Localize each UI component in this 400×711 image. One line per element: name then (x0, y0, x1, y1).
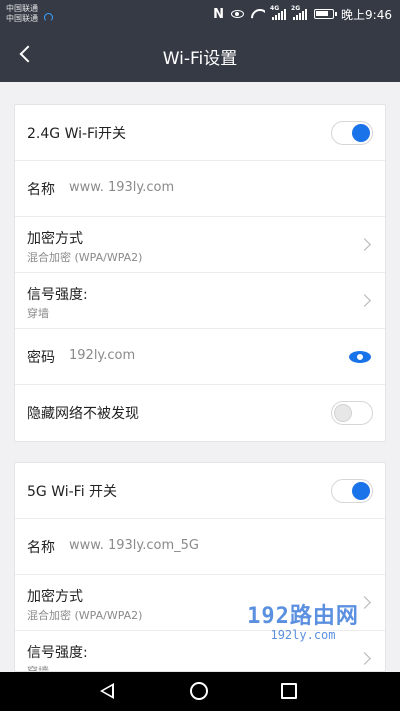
wifi-5g-encryption-value: 混合加密 (WPA/WPA2) (27, 609, 143, 622)
wifi-5g-name-row[interactable]: 名称 www. 193ly.com_5G (15, 519, 385, 575)
wifi-24g-signal-row[interactable]: 信号强度: 穿墙 (15, 273, 385, 329)
system-nav-bar (0, 672, 400, 711)
toggle-knob (334, 404, 352, 422)
wifi-24g-switch-row[interactable]: 2.4G Wi-Fi开关 (15, 105, 385, 161)
wifi-5g-name-label: 名称 (27, 540, 55, 556)
status-icons: N 4G 2G 晚上9:46 (213, 5, 392, 23)
wifi-5g-switch-label: 5G Wi-Fi 开关 (27, 484, 118, 500)
wifi-24g-name-label: 名称 (27, 182, 55, 198)
nav-home-icon[interactable] (190, 682, 208, 700)
wifi-5g-name-value[interactable]: www. 193ly.com_5G (69, 538, 199, 553)
wifi-24g-toggle[interactable] (331, 121, 373, 145)
status-time: 晚上9:46 (341, 7, 392, 22)
wifi-24g-signal-value: 穿墙 (27, 307, 49, 320)
wifi-24g-encryption-label: 加密方式 (27, 231, 83, 247)
cell-signal-icon-2: 2G (291, 5, 308, 20)
cell-signal-icon: 4G (270, 5, 287, 20)
hotspot-icon (44, 13, 53, 22)
eye-comfort-icon (231, 10, 245, 18)
chevron-right-icon (358, 652, 371, 665)
carrier-info: 中国联通 中国联通 (6, 4, 53, 24)
carrier-1: 中国联通 (6, 4, 38, 13)
title-bar: Wi-Fi设置 (0, 28, 400, 82)
network-tag-2: 2G (291, 4, 301, 12)
wifi-5g-encryption-label: 加密方式 (27, 589, 83, 605)
wifi-24g-card: 2.4G Wi-Fi开关 名称 www. 193ly.com 加密方式 混合加密… (14, 104, 386, 442)
wifi-24g-switch-label: 2.4G Wi-Fi开关 (27, 126, 126, 142)
nav-back-icon[interactable] (100, 683, 114, 699)
site-watermark: 192路由网 192ly.com (228, 598, 378, 642)
wifi-24g-name-row[interactable]: 名称 www. 193ly.com (15, 161, 385, 217)
page-title: Wi-Fi设置 (162, 49, 238, 69)
wifi-24g-hide-toggle[interactable] (331, 401, 373, 425)
wifi-5g-signal-value: 穿墙 (27, 665, 49, 672)
wifi-24g-password-label: 密码 (27, 350, 55, 366)
watermark-sub: 192ly.com (270, 628, 336, 642)
wifi-24g-encryption-row[interactable]: 加密方式 混合加密 (WPA/WPA2) (15, 217, 385, 273)
wifi-24g-password-row[interactable]: 密码 192ly.com (15, 329, 385, 385)
network-tag-1: 4G (270, 4, 280, 12)
chevron-right-icon (358, 238, 371, 251)
wifi-24g-encryption-value: 混合加密 (WPA/WPA2) (27, 251, 143, 264)
status-bar: 中国联通 中国联通 N 4G 2G 晚上9:46 (0, 0, 400, 28)
wifi-5g-toggle[interactable] (331, 479, 373, 503)
wifi-24g-name-value[interactable]: www. 193ly.com (69, 180, 174, 195)
wifi-24g-password-value[interactable]: 192ly.com (69, 348, 135, 363)
wifi-24g-hide-row[interactable]: 隐藏网络不被发现 (15, 385, 385, 441)
wifi-signal-icon (251, 9, 265, 19)
wifi-5g-signal-label: 信号强度: (27, 645, 88, 661)
watermark-main: 192路由网 (247, 604, 359, 629)
wifi-5g-switch-row[interactable]: 5G Wi-Fi 开关 (15, 463, 385, 519)
toggle-knob (352, 124, 370, 142)
nfc-icon: N (213, 6, 225, 22)
wifi-24g-hide-label: 隐藏网络不被发现 (27, 406, 139, 422)
nav-recents-icon[interactable] (281, 683, 297, 699)
toggle-knob (352, 482, 370, 500)
carrier-2: 中国联通 (6, 14, 38, 23)
show-password-icon[interactable] (349, 351, 371, 363)
wifi-24g-signal-label: 信号强度: (27, 287, 88, 303)
battery-icon (314, 9, 338, 19)
chevron-right-icon (358, 294, 371, 307)
